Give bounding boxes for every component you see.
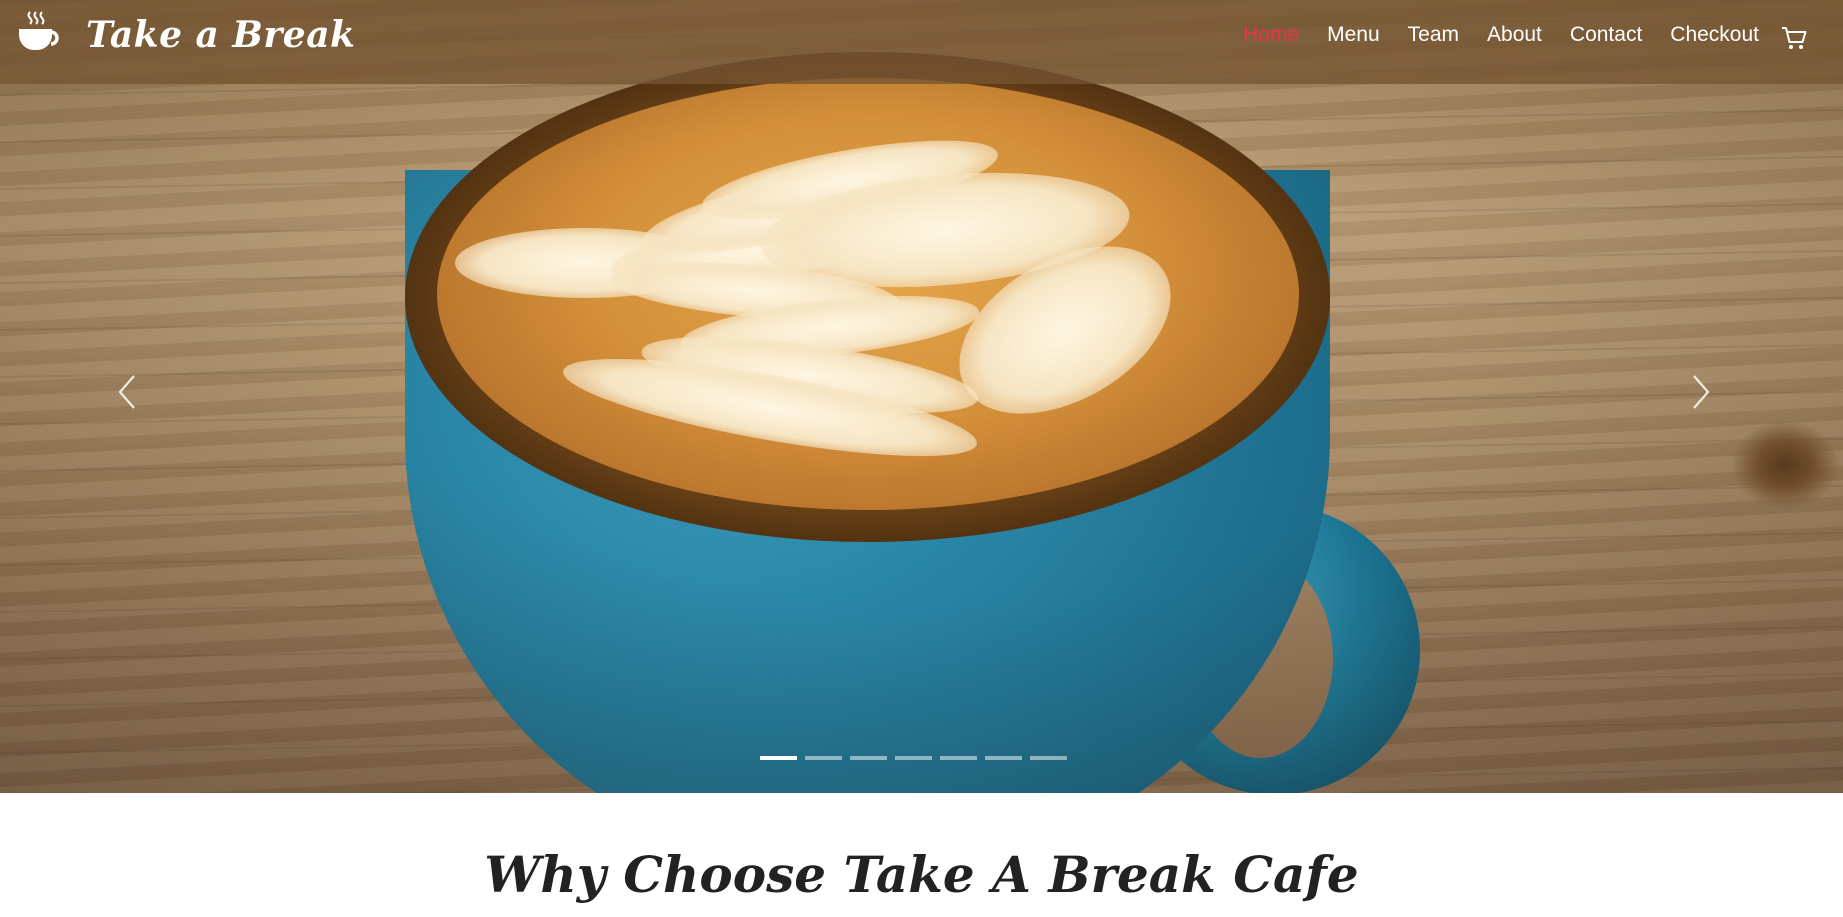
heading-brand-text: Take A Break [843, 845, 1216, 904]
section-heading: Why Choose Take A Break Cafe [0, 840, 1843, 910]
carousel-indicator-6[interactable] [985, 756, 1022, 760]
brand-name[interactable]: Take a Break [86, 12, 355, 58]
hero-carousel [0, 0, 1843, 793]
carousel-indicator-4[interactable] [895, 756, 932, 760]
heading-text: Why Choose [484, 845, 844, 904]
carousel-indicator-3[interactable] [850, 756, 887, 760]
nav-item-home[interactable]: Home [1243, 20, 1299, 50]
coffee-cup-icon[interactable] [16, 9, 60, 53]
carousel-indicator-5[interactable] [940, 756, 977, 760]
carousel-indicator-7[interactable] [1030, 756, 1067, 760]
nav-item-checkout[interactable]: Checkout [1670, 20, 1759, 50]
nav-links: Home Menu Team About Contact Checkout [1243, 20, 1759, 50]
shopping-cart-icon[interactable] [1780, 24, 1808, 52]
nav-item-contact[interactable]: Contact [1570, 20, 1642, 50]
carousel-indicators [760, 756, 1070, 762]
chevron-right-icon[interactable] [1686, 372, 1716, 412]
nav-item-team[interactable]: Team [1408, 20, 1459, 50]
hero-vignette [0, 0, 1843, 793]
carousel-indicator-1[interactable] [760, 756, 797, 760]
nav-item-menu[interactable]: Menu [1327, 20, 1380, 50]
carousel-indicator-2[interactable] [805, 756, 842, 760]
chevron-left-icon[interactable] [112, 372, 142, 412]
heading-text: Cafe [1215, 845, 1359, 904]
nav-item-about[interactable]: About [1487, 20, 1542, 50]
top-navbar: Take a Break Home Menu Team About Contac… [0, 0, 1843, 84]
